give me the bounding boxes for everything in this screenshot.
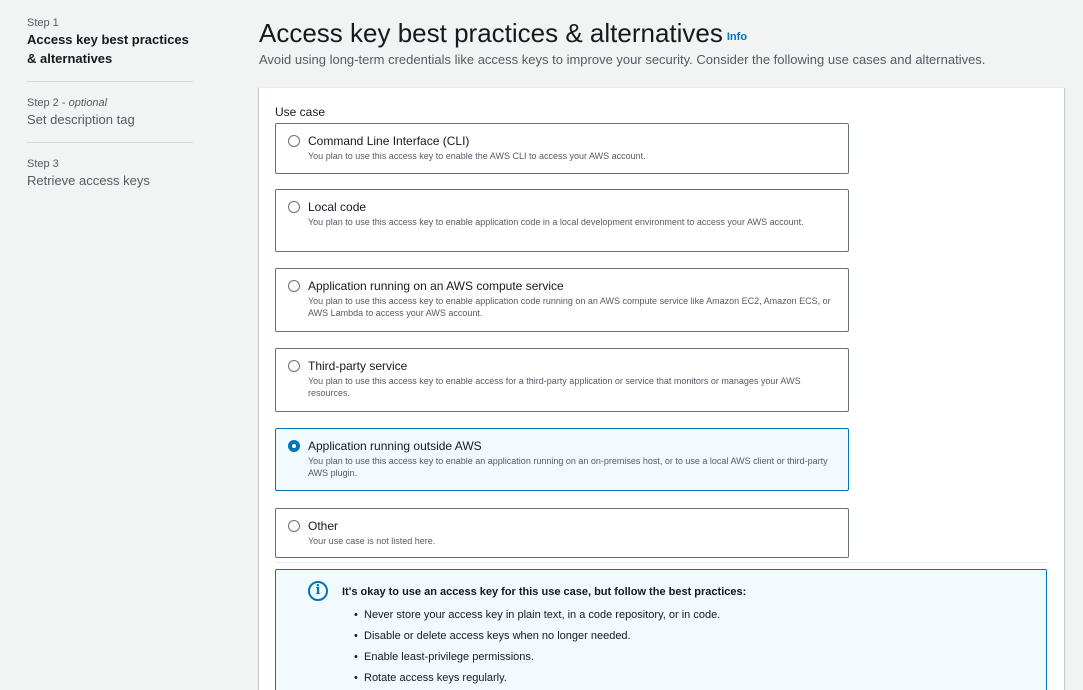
radio-button[interactable] — [288, 135, 300, 147]
radio-button-selected[interactable] — [288, 440, 300, 452]
option-description: You plan to use this access key to enabl… — [308, 456, 828, 478]
radio-button[interactable] — [288, 520, 300, 532]
list-item: Rotate access keys regularly. — [354, 668, 720, 689]
step-1-title: Access key best practices & alternatives — [27, 32, 189, 66]
option-title: Third-party service — [308, 359, 408, 373]
divider — [275, 562, 1047, 563]
step-2[interactable]: Step 2 - optional Set description tag — [27, 96, 193, 143]
alert-list: Never store your access key in plain tex… — [354, 605, 720, 689]
radio-button[interactable] — [288, 360, 300, 372]
radio-button[interactable] — [288, 280, 300, 292]
option-title: Other — [308, 519, 339, 533]
option-title: Application running outside AWS — [308, 439, 482, 453]
step-2-title[interactable]: Set description tag — [27, 110, 193, 129]
list-item: Never store your access key in plain tex… — [354, 605, 720, 626]
option-local-code[interactable]: Local code You plan to use this access k… — [275, 189, 849, 252]
option-other[interactable]: Other Your use case is not listed here. — [275, 508, 849, 558]
option-description: You plan to use this access key to enabl… — [308, 376, 801, 398]
alert-title: It's okay to use an access key for this … — [342, 586, 747, 598]
page-description: Avoid using long-term credentials like a… — [259, 52, 986, 67]
option-third-party[interactable]: Third-party service You plan to use this… — [275, 348, 849, 412]
option-title: Command Line Interface (CLI) — [308, 134, 470, 148]
radio-button[interactable] — [288, 201, 300, 213]
option-description: Your use case is not listed here. — [308, 536, 436, 546]
option-title: Application running on an AWS compute se… — [308, 279, 564, 293]
option-title: Local code — [308, 200, 367, 214]
option-description: You plan to use this access key to enabl… — [308, 217, 804, 227]
step-2-optional: optional — [68, 97, 108, 109]
step-1-number: Step 1 — [27, 17, 59, 29]
use-case-label: Use case — [275, 105, 326, 119]
option-cli[interactable]: Command Line Interface (CLI) You plan to… — [275, 123, 849, 174]
use-case-container: Use case Command Line Interface (CLI) Yo… — [259, 87, 1064, 690]
option-description: You plan to use this access key to enabl… — [308, 151, 646, 161]
wizard-steps: Step 1 Access key best practices & alter… — [27, 16, 193, 217]
step-3[interactable]: Step 3 Retrieve access keys — [27, 157, 193, 203]
step-3-number: Step 3 — [27, 158, 59, 170]
best-practices-alert: i It's okay to use an access key for thi… — [275, 569, 1047, 690]
list-item: Enable least-privilege permissions. — [354, 647, 720, 668]
step-2-number: Step 2 - optional — [27, 97, 108, 109]
step-1: Step 1 Access key best practices & alter… — [27, 16, 193, 82]
info-icon: i — [308, 581, 328, 601]
option-aws-compute[interactable]: Application running on an AWS compute se… — [275, 268, 849, 332]
option-description: You plan to use this access key to enabl… — [308, 296, 831, 318]
step-3-title[interactable]: Retrieve access keys — [27, 171, 193, 190]
option-outside-aws[interactable]: Application running outside AWS You plan… — [275, 428, 849, 491]
list-item: Disable or delete access keys when no lo… — [354, 626, 720, 647]
page-title: Access key best practices & alternatives… — [259, 18, 748, 48]
info-link[interactable]: Info — [727, 31, 747, 43]
